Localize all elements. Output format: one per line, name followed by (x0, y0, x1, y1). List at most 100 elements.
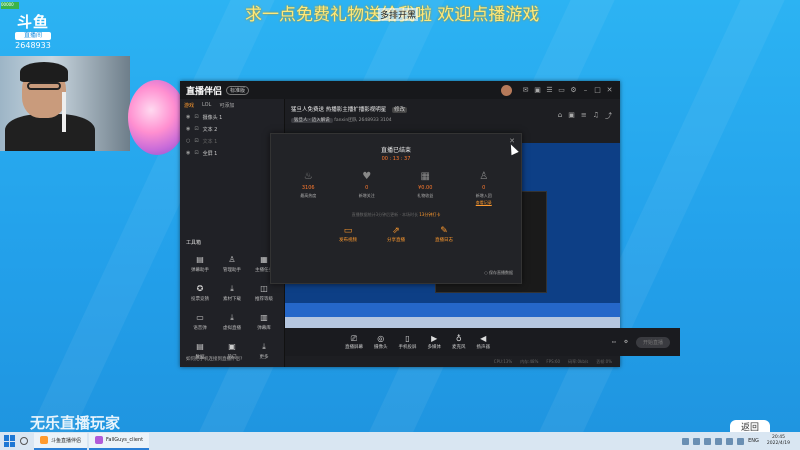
control-camera[interactable]: ◎ 摄像头 (374, 334, 388, 350)
tool-label: 管理助手 (223, 268, 241, 273)
vote-icon: ✪ (196, 284, 204, 293)
tray-icon[interactable] (682, 437, 690, 445)
eye-icon[interactable]: ◉ (186, 114, 190, 120)
settings-icon[interactable]: ⚙ (569, 86, 578, 95)
follower-count: 3104 (380, 118, 392, 123)
tool-label: 素材下载 (223, 297, 241, 302)
control-mic[interactable]: ♁ 麦克风 (452, 334, 466, 350)
source-item[interactable]: ○ ⊡ 文本 1 (180, 135, 284, 147)
mobile-connect-link[interactable]: 如何把手机连接到直播伴侣? (186, 356, 242, 362)
tool-item[interactable]: ✪ 投票竞猜 (184, 283, 216, 302)
eye-off-icon[interactable]: ○ (186, 138, 190, 144)
tray-icon[interactable] (704, 437, 712, 445)
edit-title-button[interactable]: 修改 (392, 107, 408, 113)
taskbar-clock[interactable]: 20:45 2022/4/19 (767, 435, 790, 447)
platform-subtitle: 直播间 (15, 32, 51, 40)
publish-video-button[interactable]: ▭ 发布视频 (339, 226, 357, 243)
view-records-link[interactable]: 查看记录 (464, 200, 504, 206)
host-name: fanxin团队 (334, 118, 358, 123)
danmu-icon: ▭ (196, 313, 204, 322)
search-icon[interactable] (20, 437, 28, 445)
tool-item[interactable]: ▥ 弹幕库 (248, 312, 280, 331)
category-tag[interactable]: 猛旦人 · 迈入解说 (291, 118, 333, 123)
mascot-image (128, 80, 186, 155)
video-icon: ▭ (343, 226, 353, 236)
preview-taskbar (285, 317, 620, 328)
share-stream-button[interactable]: ⇗ 分享直播 (387, 226, 405, 243)
mail-icon[interactable]: ✉ (521, 86, 530, 95)
save-data-checkbox[interactable]: ○ 保存直播数据 (484, 270, 513, 276)
gift-icon: ▦ (420, 171, 430, 182)
settings-icon[interactable]: ⚙ (624, 340, 628, 345)
source-label: 摄像头 1 (202, 114, 223, 121)
control-label: 麦克风 (452, 345, 466, 350)
start-live-button[interactable]: 开始直播 (635, 336, 670, 348)
source-label: 文本 2 (202, 126, 218, 133)
source-label: 全屏 1 (202, 150, 218, 157)
bell-icon[interactable]: ♫ (593, 111, 599, 121)
source-item[interactable]: ◉ ⊡ 摄像头 1 (180, 111, 284, 123)
tool-item[interactable]: ⤓ 更多 (248, 341, 280, 360)
record-icon[interactable]: ▭ (612, 340, 616, 345)
heart-icon: ♥ (362, 171, 372, 182)
action-label: 发布视频 (339, 238, 357, 243)
control-screen-cast[interactable]: ⎚ 直播屏幕 (345, 334, 363, 350)
tab-game[interactable]: 游戏 (184, 102, 194, 109)
save-label: 保存直播数据 (489, 270, 513, 275)
lock-icon[interactable]: ⊡ (194, 138, 198, 144)
status-fps: FPS:60 (546, 359, 561, 364)
lock-icon[interactable]: ⊡ (194, 150, 198, 156)
more-icon: ⤓ (262, 342, 266, 351)
tool-item[interactable]: ♙ 管理助手 (216, 254, 248, 273)
avatar[interactable] (501, 84, 512, 96)
media-icon: ▶ (431, 334, 438, 343)
source-item[interactable]: ◉ ⊡ 文本 2 (180, 123, 284, 135)
screen-icon[interactable]: ▭ (557, 86, 566, 95)
tab-lol[interactable]: LOL (202, 102, 211, 108)
lock-icon[interactable]: ⊡ (194, 114, 198, 120)
download2-icon: ⤓ (230, 313, 234, 322)
tool-item[interactable]: ⤓ 虚拟直播 (216, 312, 248, 331)
tool-item[interactable]: ⤓ 素材下载 (216, 283, 248, 302)
eye-icon[interactable]: ◉ (186, 150, 190, 156)
list-icon[interactable]: ≡ (581, 111, 587, 121)
control-phone[interactable]: ▯ 手机投屏 (399, 334, 417, 350)
tool-item[interactable]: ◫ 推荐等级 (248, 283, 280, 302)
app-titlebar: 直播伴侣 标准版 ✉ ▣ ☰ ▭ ⚙ – □ ✕ (180, 81, 620, 99)
language-indicator[interactable]: ENG (748, 438, 759, 444)
shop-icon[interactable]: ⌂ (558, 111, 562, 121)
tool-item[interactable]: ▤ 弹幕助手 (184, 254, 216, 273)
minimize-icon[interactable]: – (581, 86, 590, 95)
taskbar-app[interactable]: 斗鱼直播伴侣 (34, 432, 88, 450)
tray-icon[interactable] (693, 437, 701, 445)
tool-label: 虚拟直播 (223, 326, 241, 331)
lock-icon[interactable]: ⊡ (194, 126, 198, 132)
stat-value: 0 (482, 185, 486, 191)
tool-item[interactable]: ▭ 语音弹 (184, 312, 216, 331)
source-label: 文本 1 (202, 138, 218, 145)
source-item[interactable]: ◉ ⊡ 全屏 1 (180, 147, 284, 159)
tab-add[interactable]: 可添加 (219, 102, 234, 109)
control-speaker[interactable]: ◀ 扬声器 (477, 334, 491, 350)
gift-box-icon[interactable]: ▣ (568, 111, 575, 121)
chat-icon[interactable]: ☰ (545, 86, 554, 95)
windows-start-icon[interactable] (4, 435, 16, 447)
stat-item: ♙ 0 新增入团 查看记录 (464, 171, 504, 206)
clock-date: 2022/4/19 (766, 441, 790, 446)
volume-icon[interactable] (737, 437, 745, 445)
tray-icon[interactable] (715, 437, 723, 445)
control-media[interactable]: ▶ 多媒体 (428, 334, 442, 350)
gift-icon[interactable]: ▣ (533, 86, 542, 95)
control-label: 直播屏幕 (345, 345, 363, 350)
taskbar-app[interactable]: FallGuys_client (89, 432, 150, 450)
tray-icon[interactable] (726, 437, 734, 445)
stream-log-button[interactable]: ✎ 直播日志 (435, 226, 453, 243)
eye-icon[interactable]: ◉ (186, 126, 190, 132)
dialog-actions: ▭ 发布视频 ⇗ 分享直播 ✎ 直播日志 (271, 226, 521, 243)
close-icon[interactable]: ✕ (605, 86, 614, 95)
stat-value: 0 (365, 185, 369, 191)
app-edition-badge[interactable]: 标准版 (226, 85, 250, 95)
maximize-icon[interactable]: □ (593, 86, 602, 95)
share-icon[interactable]: ⤴ (605, 111, 612, 121)
tool-label: 语音弹 (193, 326, 207, 331)
